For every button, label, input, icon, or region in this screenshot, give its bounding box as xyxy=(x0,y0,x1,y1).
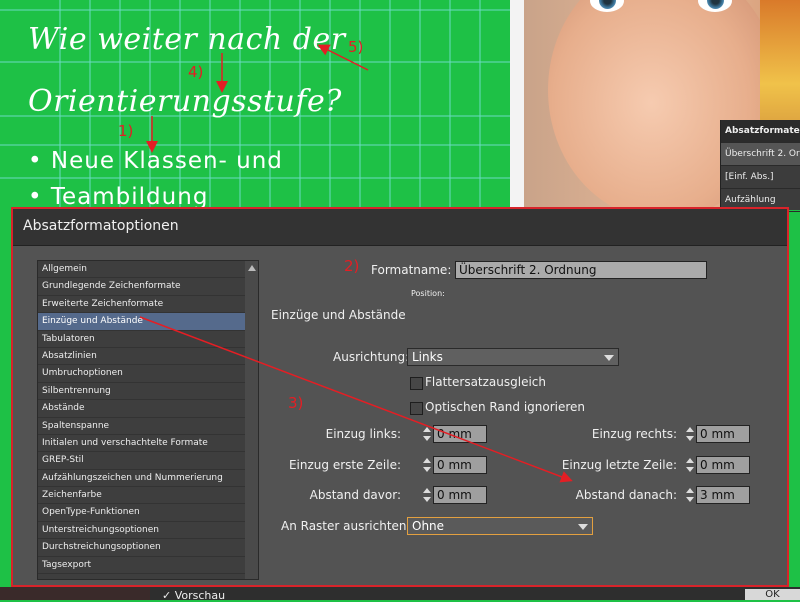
align-to-grid-label: An Raster ausrichten: xyxy=(281,519,411,533)
stepper-up-icon[interactable] xyxy=(423,427,431,432)
alignment-value: Links xyxy=(412,350,443,364)
paragraph-style-options-dialog: Absatzformatoptionen Allgemein Grundlegen… xyxy=(11,207,789,587)
category-item[interactable]: OpenType-Funktionen xyxy=(38,504,246,522)
preview-text: Vorschau xyxy=(174,589,226,602)
indent-right-stepper[interactable] xyxy=(685,425,695,443)
annotation-3: 3) xyxy=(288,394,304,412)
category-item[interactable]: Tagsexport xyxy=(38,557,246,575)
align-to-grid-select[interactable]: Ohne xyxy=(407,517,593,535)
indent-left-input[interactable]: 0 mm xyxy=(433,425,487,443)
category-item[interactable]: Einzüge und Abstände xyxy=(38,313,246,331)
preview-checkbox-label[interactable]: ✓ Vorschau xyxy=(162,589,225,602)
category-item[interactable]: Spaltenspanne xyxy=(38,418,246,435)
space-after-stepper[interactable] xyxy=(685,486,695,504)
category-list[interactable]: Allgemein Grundlegende Zeichenformate Erwe… xyxy=(37,260,259,580)
settings-pane: Formatname: Überschrift 2. Ordnung Posit… xyxy=(271,260,783,580)
dialog-title: Absatzformatoptionen xyxy=(23,218,179,234)
indent-right-input[interactable]: 0 mm xyxy=(696,425,750,443)
stepper-up-icon[interactable] xyxy=(686,427,694,432)
eye-right xyxy=(698,0,732,12)
space-before-stepper[interactable] xyxy=(422,486,432,504)
section-title: Einzüge und Abstände xyxy=(271,308,406,322)
eye-left xyxy=(590,0,624,12)
first-line-indent-label: Einzug erste Zeile: xyxy=(288,458,401,472)
stepper-down-icon[interactable] xyxy=(686,467,694,472)
stepper-up-icon[interactable] xyxy=(686,458,694,463)
stepper-down-icon[interactable] xyxy=(686,497,694,502)
annotation-1: 1) xyxy=(118,122,134,140)
bullet-text: Neue Klassen- und xyxy=(50,148,283,174)
category-item[interactable]: Initialen und verschachtelte Formate xyxy=(38,435,246,453)
annotation-2: 2) xyxy=(344,257,360,275)
indent-left-label: Einzug links: xyxy=(325,427,401,441)
first-line-indent-input[interactable]: 0 mm xyxy=(433,456,487,474)
stepper-down-icon[interactable] xyxy=(423,436,431,441)
slide-bullet-1: • Neue Klassen- und xyxy=(28,148,283,174)
alignment-label: Ausrichtung: xyxy=(333,350,410,364)
stepper-down-icon[interactable] xyxy=(423,497,431,502)
last-line-indent-input[interactable]: 0 mm xyxy=(696,456,750,474)
category-item[interactable]: Erweiterte Zeichenformate xyxy=(38,296,246,314)
category-item[interactable]: Umbruchoptionen xyxy=(38,365,246,383)
first-line-indent-stepper[interactable] xyxy=(422,456,432,474)
stepper-up-icon[interactable] xyxy=(423,458,431,463)
category-item[interactable]: Durchstreichungsoptionen xyxy=(38,539,246,557)
category-list-items: Allgemein Grundlegende Zeichenformate Erwe… xyxy=(38,261,246,579)
category-item[interactable]: Aufzählungszeichen und Nummerierung xyxy=(38,470,246,488)
indent-right-label: Einzug rechts: xyxy=(591,427,677,441)
chevron-down-icon xyxy=(604,355,614,361)
last-line-indent-label: Einzug letzte Zeile: xyxy=(561,458,677,472)
dialog-titlebar[interactable]: Absatzformatoptionen xyxy=(13,209,787,246)
stepper-up-icon[interactable] xyxy=(423,488,431,493)
indent-left-stepper[interactable] xyxy=(422,425,432,443)
panel-style-item[interactable]: [Einf. Abs.] xyxy=(721,166,800,189)
category-item[interactable]: Allgemein xyxy=(38,261,246,279)
category-item[interactable]: Zeichenfarbe xyxy=(38,487,246,505)
optical-margin-checkbox[interactable] xyxy=(410,402,423,415)
category-list-scrollbar[interactable] xyxy=(245,261,258,579)
space-after-input[interactable]: 3 mm xyxy=(696,486,750,504)
dialog-footer xyxy=(150,587,800,600)
stepper-down-icon[interactable] xyxy=(423,467,431,472)
category-item[interactable]: Absatzlinien xyxy=(38,348,246,366)
format-name-label: Formatname: xyxy=(371,263,452,277)
indesign-workspace: Wie weiter nach der Orientierungsstufe? … xyxy=(0,0,800,602)
align-to-grid-value: Ohne xyxy=(412,519,445,533)
format-name-input[interactable]: Überschrift 2. Ordnung xyxy=(455,261,707,279)
ok-button[interactable]: OK xyxy=(745,589,800,600)
slide-title-line-2: Orientierungsstufe? xyxy=(28,84,342,119)
workspace-bottom-left xyxy=(0,587,150,600)
category-item[interactable]: Silbentrennung xyxy=(38,383,246,401)
annotation-4: 4) xyxy=(188,63,204,81)
panel-title[interactable]: Absatzformate xyxy=(721,120,800,143)
position-label: Position: xyxy=(411,289,445,298)
space-before-label: Abstand davor: xyxy=(309,488,401,502)
category-item[interactable]: Grundlegende Zeichenformate xyxy=(38,278,246,296)
scroll-up-arrow-icon[interactable] xyxy=(248,265,256,271)
panel-style-item[interactable]: Überschrift 2. Ordnung xyxy=(721,143,800,166)
slide-title-line-1: Wie weiter nach der xyxy=(28,22,346,57)
space-before-input[interactable]: 0 mm xyxy=(433,486,487,504)
optical-margin-label: Optischen Rand ignorieren xyxy=(425,400,586,414)
category-item[interactable]: Tabulatoren xyxy=(38,331,246,348)
chevron-down-icon xyxy=(578,524,588,530)
balance-ragged-checkbox[interactable] xyxy=(410,377,423,390)
last-line-indent-stepper[interactable] xyxy=(685,456,695,474)
space-after-label: Abstand danach: xyxy=(575,488,677,502)
category-item[interactable]: Abstände xyxy=(38,400,246,418)
alignment-select[interactable]: Links xyxy=(407,348,619,366)
stepper-down-icon[interactable] xyxy=(686,436,694,441)
category-item[interactable]: GREP-Stil xyxy=(38,452,246,470)
annotation-5: 5) xyxy=(348,38,364,56)
paragraph-styles-panel: Absatzformate Überschrift 2. Ordnung [Ei… xyxy=(720,120,800,212)
category-item[interactable]: Unterstreichungsoptionen xyxy=(38,522,246,540)
stepper-up-icon[interactable] xyxy=(686,488,694,493)
balance-ragged-label: Flattersatzausgleich xyxy=(425,375,547,389)
